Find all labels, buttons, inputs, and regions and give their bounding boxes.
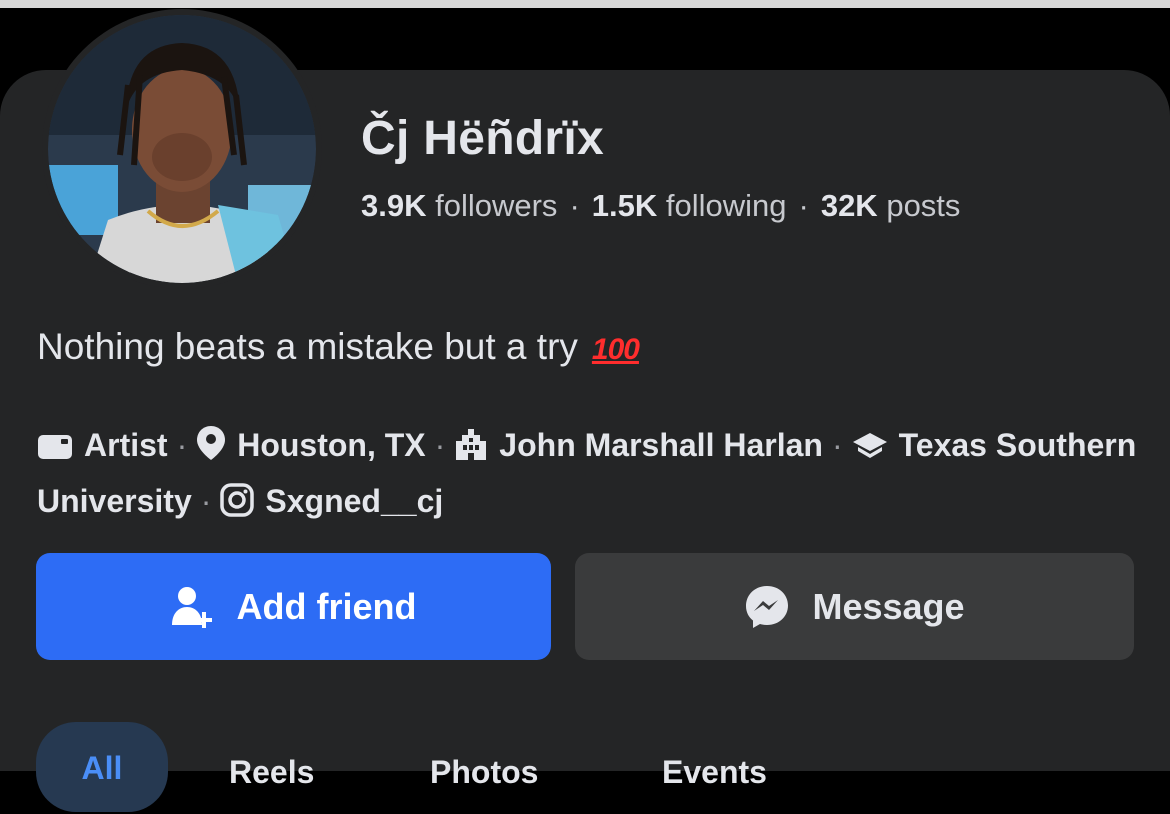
tab-photos[interactable]: Photos xyxy=(430,754,538,814)
following-count[interactable]: 1.5K xyxy=(592,188,657,223)
profile-name: Čj Hëñdrïx xyxy=(361,112,605,165)
tab-reels[interactable]: Reels xyxy=(229,754,314,814)
avatar-photo xyxy=(48,15,316,283)
messenger-icon xyxy=(746,585,789,628)
detail-instagram-handle[interactable]: Sxgned__cj xyxy=(265,483,443,519)
message-button[interactable]: Message xyxy=(575,553,1134,660)
bio-text: Nothing beats a mistake but a try xyxy=(37,326,578,367)
stats-separator: · xyxy=(798,188,809,223)
followers-label[interactable]: followers xyxy=(435,188,557,223)
add-friend-label: Add friend xyxy=(236,585,417,627)
tab-events[interactable]: Events xyxy=(662,754,767,814)
instagram-icon xyxy=(220,481,255,532)
following-label[interactable]: following xyxy=(666,188,787,223)
add-person-icon xyxy=(171,586,212,628)
browser-top-strip xyxy=(0,0,1170,8)
profile-details: Artist · Houston, TX · John Marshall Harlan ·… xyxy=(37,420,1147,532)
followers-count[interactable]: 3.9K xyxy=(361,188,426,223)
stats-separator: · xyxy=(569,188,580,223)
detail-location: Houston, TX xyxy=(237,427,426,463)
briefcase-icon xyxy=(37,425,73,476)
profile-bio: Nothing beats a mistake but a try 100 xyxy=(37,326,640,368)
tab-all[interactable]: All xyxy=(36,722,168,812)
detail-school: John Marshall Harlan xyxy=(499,427,823,463)
profile-card: Čj Hëñdrïx 3.9K followers · 1.5K following… xyxy=(0,9,1170,812)
profile-avatar[interactable] xyxy=(42,9,322,289)
add-friend-button[interactable]: Add friend xyxy=(36,553,551,660)
profile-stats: 3.9K followers · 1.5K following · 32K posts xyxy=(361,188,960,224)
detail-work: Artist xyxy=(84,427,168,463)
location-pin-icon xyxy=(196,425,226,476)
posts-label: posts xyxy=(886,188,961,223)
building-icon xyxy=(454,425,488,476)
posts-count: 32K xyxy=(820,188,878,223)
graduation-cap-icon xyxy=(852,425,888,476)
message-label: Message xyxy=(812,585,965,627)
hundred-points-icon: 100 xyxy=(591,333,640,366)
